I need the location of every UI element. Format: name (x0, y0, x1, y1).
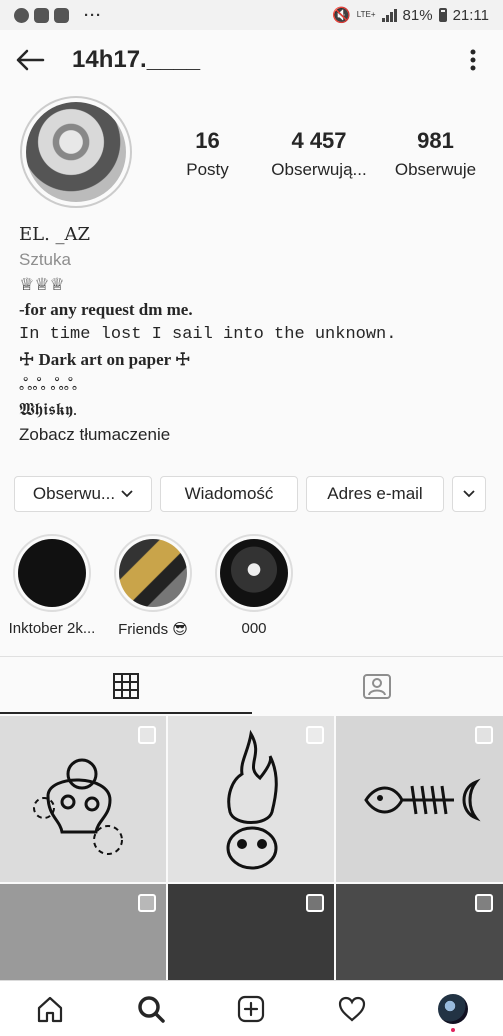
select-checkbox[interactable] (475, 726, 493, 744)
profile-display-name: EL. _AZ (19, 224, 91, 245)
signal-icon (381, 8, 397, 22)
followers-label: Obserwują... (271, 160, 367, 179)
highlight-cover (220, 539, 288, 607)
notification-dot (450, 1027, 455, 1032)
chevron-down-icon (121, 490, 133, 498)
tab-tagged[interactable] (252, 657, 503, 714)
profile-category: Sztuka (19, 250, 71, 269)
profile-actions: Obserwu... Wiadomość Adres e-mail (14, 476, 490, 512)
highlight-label: Inktober 2k... (8, 620, 96, 637)
avatar-image (26, 102, 126, 202)
status-bar: ··· 🔇 LTE+ 81% 21:11 (0, 0, 503, 30)
mute-icon: 🔇 (332, 7, 351, 24)
bio-line-dark-art: ☩ Dark art on paper ☩ (19, 350, 191, 369)
add-post-icon (238, 995, 265, 1022)
back-button[interactable] (0, 30, 60, 90)
profile-avatar-icon (437, 993, 468, 1024)
highlight-cover (18, 539, 86, 607)
battery-icon (438, 8, 447, 22)
more-vertical-icon (470, 49, 476, 71)
clock: 21:11 (452, 6, 489, 24)
facebook-notification-icon (14, 7, 29, 23)
app-notification-icon (54, 7, 69, 23)
nav-profile-button[interactable] (428, 984, 478, 1034)
posts-label: Posty (186, 160, 229, 179)
highlight-label: 000 (241, 620, 267, 637)
highlight-label: Friends 😎 (118, 621, 188, 638)
select-checkbox[interactable] (475, 894, 493, 912)
options-button[interactable] (455, 42, 491, 78)
highlight-item[interactable]: 000 (204, 534, 304, 637)
select-checkbox[interactable] (306, 726, 324, 744)
following-label: Obserwuje (394, 160, 477, 179)
tagged-person-icon (363, 673, 392, 699)
nav-search-button[interactable] (126, 984, 176, 1034)
select-checkbox[interactable] (306, 894, 324, 912)
select-checkbox[interactable] (138, 726, 156, 744)
battery-percent: 81% (402, 6, 433, 24)
highlight-ring (114, 534, 192, 612)
profile-stats: 16 Posty 4 457 Obserwują... 981 Obserwuj… (160, 128, 490, 180)
follow-button-label: Obserwu... (32, 484, 116, 503)
post-thumbnail[interactable] (168, 716, 334, 882)
suggested-accounts-button[interactable] (452, 476, 486, 512)
bio-line-symbols: ஃஃ ஃஃ (19, 375, 78, 394)
follow-button[interactable]: Obserwu... (14, 476, 152, 512)
following-count: 981 (417, 128, 454, 153)
highlight-cover (119, 539, 187, 607)
followers-count: 4 457 (291, 128, 347, 153)
post-thumbnail[interactable] (336, 716, 503, 882)
translate-link[interactable]: Zobacz tłumaczenie (19, 422, 489, 447)
nav-new-post-button[interactable] (226, 984, 276, 1034)
back-arrow-icon (16, 49, 45, 71)
tab-grid[interactable] (0, 657, 252, 714)
bio-line-request: -for any request dm me. (19, 300, 193, 319)
chevron-down-icon (463, 490, 475, 498)
profile-username: 14h17.____ (72, 46, 201, 73)
search-icon (138, 995, 165, 1023)
network-type: LTE+ (356, 10, 376, 19)
post-thumbnail[interactable] (0, 716, 166, 882)
story-highlights: Inktober 2k... Friends 😎 000 (0, 534, 503, 644)
grid-icon (112, 672, 139, 699)
home-icon (38, 996, 63, 1022)
highlight-ring (215, 534, 293, 612)
bio-line-crowns: ♕♕♕ (19, 275, 65, 294)
app-notification-icon (34, 7, 49, 23)
more-notifications-icon: ··· (84, 6, 102, 24)
profile-bio: EL. _AZ Sztuka ♕♕♕ -for any request dm m… (19, 222, 489, 447)
select-checkbox[interactable] (138, 894, 156, 912)
nav-home-button[interactable] (25, 984, 75, 1034)
email-button[interactable]: Adres e-mail (306, 476, 444, 512)
profile-avatar[interactable] (20, 96, 132, 208)
message-button[interactable]: Wiadomość (160, 476, 298, 512)
bio-line-quote: In time lost I sail into the unknown. (19, 325, 397, 344)
posts-count: 16 (195, 128, 220, 153)
stat-posts[interactable]: 16 Posty (160, 128, 255, 180)
highlight-item[interactable]: Inktober 2k... (2, 534, 102, 637)
highlight-ring (13, 534, 91, 612)
profile-tabs (0, 656, 503, 714)
stat-following[interactable]: 981 Obserwuje (383, 128, 488, 180)
highlight-item[interactable]: Friends 😎 (103, 534, 203, 638)
heart-icon (338, 996, 366, 1021)
nav-activity-button[interactable] (327, 984, 377, 1034)
stat-followers[interactable]: 4 457 Obserwują... (255, 128, 383, 180)
bio-line-whisky: 𝖂𝖍𝖎𝖘𝖐𝖞. (19, 400, 78, 419)
profile-header: 14h17.____ (0, 30, 503, 90)
bottom-navigation (0, 980, 503, 1036)
